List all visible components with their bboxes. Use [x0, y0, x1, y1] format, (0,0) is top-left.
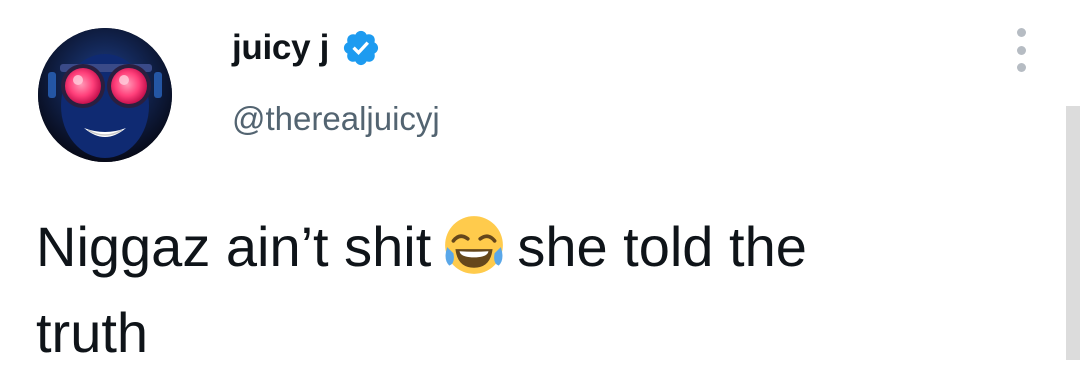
vertical-ellipsis-icon [1016, 45, 1026, 55]
tweet-text-before-emoji: Niggaz ain’t shit [36, 215, 432, 278]
avatar-image [38, 28, 172, 162]
tweet-text-line-1: Niggaz ain’t shit she told the [36, 204, 1016, 290]
tweet-text: Niggaz ain’t shit she told the truth [36, 204, 1016, 376]
verified-badge-icon [344, 30, 379, 66]
tweet-text-line-2: truth [36, 301, 149, 364]
scrollbar[interactable] [1066, 106, 1080, 360]
vertical-ellipsis-icon [1016, 63, 1026, 72]
author-display-name[interactable]: juicy j [232, 28, 329, 68]
author-avatar[interactable] [38, 28, 172, 162]
face-with-tears-of-joy-icon [445, 216, 504, 274]
author-handle[interactable]: @therealjuicyj [232, 100, 440, 138]
more-options-button[interactable] [1010, 28, 1032, 72]
tweet-text-after-emoji: she told the [517, 215, 807, 278]
vertical-ellipsis-icon [1016, 28, 1026, 37]
author-name-row: juicy j [232, 26, 381, 70]
